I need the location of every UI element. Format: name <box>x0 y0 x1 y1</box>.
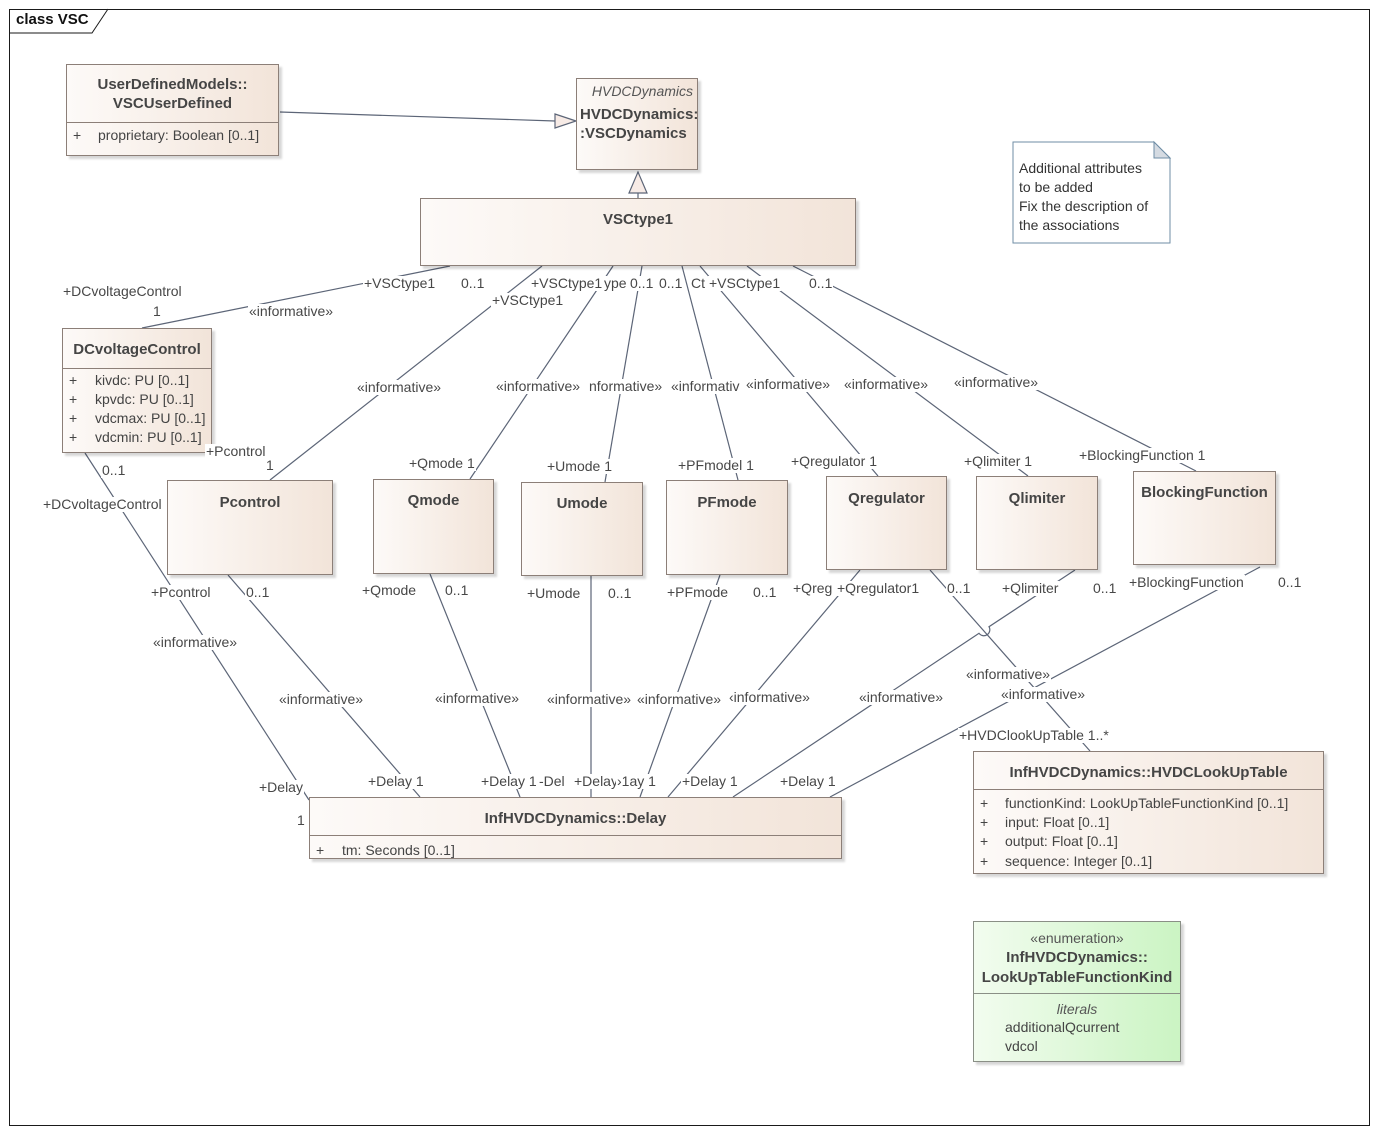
source-role-label: +VSCtype1 <box>363 275 437 291</box>
target-end-label: +PFmodel 1 <box>677 457 755 473</box>
source-role-label: +Umode <box>526 585 582 601</box>
target-end-label: +HVDClookUpTable 1..* <box>958 727 1110 743</box>
source-multiplicity-label: 0..1 <box>808 275 834 291</box>
target-end-label: +Umode 1 <box>546 458 613 474</box>
source-multiplicity-label: 0..1 <box>101 462 127 478</box>
target-end-label: +Delay 1 <box>779 773 837 789</box>
target-role-label: -Del <box>538 773 566 789</box>
target-role-label: +Delay <box>573 773 619 789</box>
target-role-label: +Delay <box>258 779 304 795</box>
source-multiplicity-label: 0..1 <box>946 580 972 596</box>
target-end-label: +Qregulator 1 <box>790 453 878 469</box>
source-multiplicity-label: 0..1 <box>607 585 633 601</box>
stereotype-label: «informative» <box>843 376 930 392</box>
source-role-label: +VSCtype1 <box>530 275 604 291</box>
source-multiplicity-label: 0..1 <box>245 584 271 600</box>
stereotype-label: «informative» <box>745 376 832 392</box>
stereotype-label: nformative» <box>588 378 664 394</box>
source-role-label: +BlockingFunction <box>1128 574 1245 590</box>
source-role-label: +Qreg <box>792 580 834 596</box>
stereotype-label: «informative» <box>356 379 443 395</box>
source-role-label: +PFmode <box>666 584 730 600</box>
target-end-label: +Qlimiter 1 <box>963 453 1034 469</box>
target-multiplicity-label: 1 <box>296 812 306 828</box>
stereotype-label: «informative» <box>434 690 521 706</box>
source-role-label: ype <box>603 275 628 291</box>
source-role-label: +VSCtype1 <box>708 275 782 291</box>
target-end-label: ›1ay 1 <box>616 773 657 789</box>
stereotype-label: ‹informative» <box>728 689 811 705</box>
stereotype-label: «informative» <box>546 691 633 707</box>
source-role-label: +DCvoltageControl <box>42 496 163 512</box>
source-multiplicity-label: 0..1 <box>658 275 684 291</box>
source-role-label: +Qlimiter <box>1001 580 1060 596</box>
stereotype-label: «informative» <box>278 691 365 707</box>
source-role-label: +Pcontrol <box>150 584 212 600</box>
stereotype-label: «informative» <box>248 303 335 319</box>
source-multiplicity-label: 0..1 <box>1092 580 1118 596</box>
target-role-label: +Pcontrol <box>205 443 267 459</box>
source-role-label: +Qmode <box>361 582 418 598</box>
stereotype-label: «informative» <box>495 378 582 394</box>
target-role-label: +DCvoltageControl <box>62 283 183 299</box>
connector-labels: +VSCtype1 0..1 +DCvoltageControl 1 «informat… <box>0 0 1378 1135</box>
source-multiplicity-label: 0..1 <box>752 584 778 600</box>
target-end-label: +Delay 1 <box>681 773 739 789</box>
target-multiplicity-label: 1 <box>152 303 162 319</box>
target-end-label: +BlockingFunction 1 <box>1078 447 1207 463</box>
target-end-label: +Delay 1 <box>367 773 425 789</box>
stereotype-label: «informative» <box>636 691 723 707</box>
stereotype-label: «informative» <box>1000 686 1087 702</box>
target-end-label: +Delay 1 <box>480 773 538 789</box>
source-multiplicity-label: 0..1 <box>444 582 470 598</box>
target-multiplicity-label: 1 <box>265 457 275 473</box>
stereotype-label: «informativ <box>670 378 741 394</box>
stereotype-label: «informative» <box>965 666 1052 682</box>
stereotype-label: «informative» <box>152 634 239 650</box>
stereotype-label: «informative» <box>858 689 945 705</box>
source-multiplicity-label: 0..1 <box>1277 574 1303 590</box>
source-multiplicity-label: 0..1 <box>629 275 655 291</box>
target-end-label: +Qmode 1 <box>408 455 476 471</box>
source-role-label: +Qregulator1 <box>836 580 921 596</box>
source-role-label: Ct <box>690 275 706 291</box>
source-role-label: +VSCtype1 <box>491 292 565 308</box>
stereotype-label: «informative» <box>953 374 1040 390</box>
source-multiplicity-label: 0..1 <box>460 275 486 291</box>
